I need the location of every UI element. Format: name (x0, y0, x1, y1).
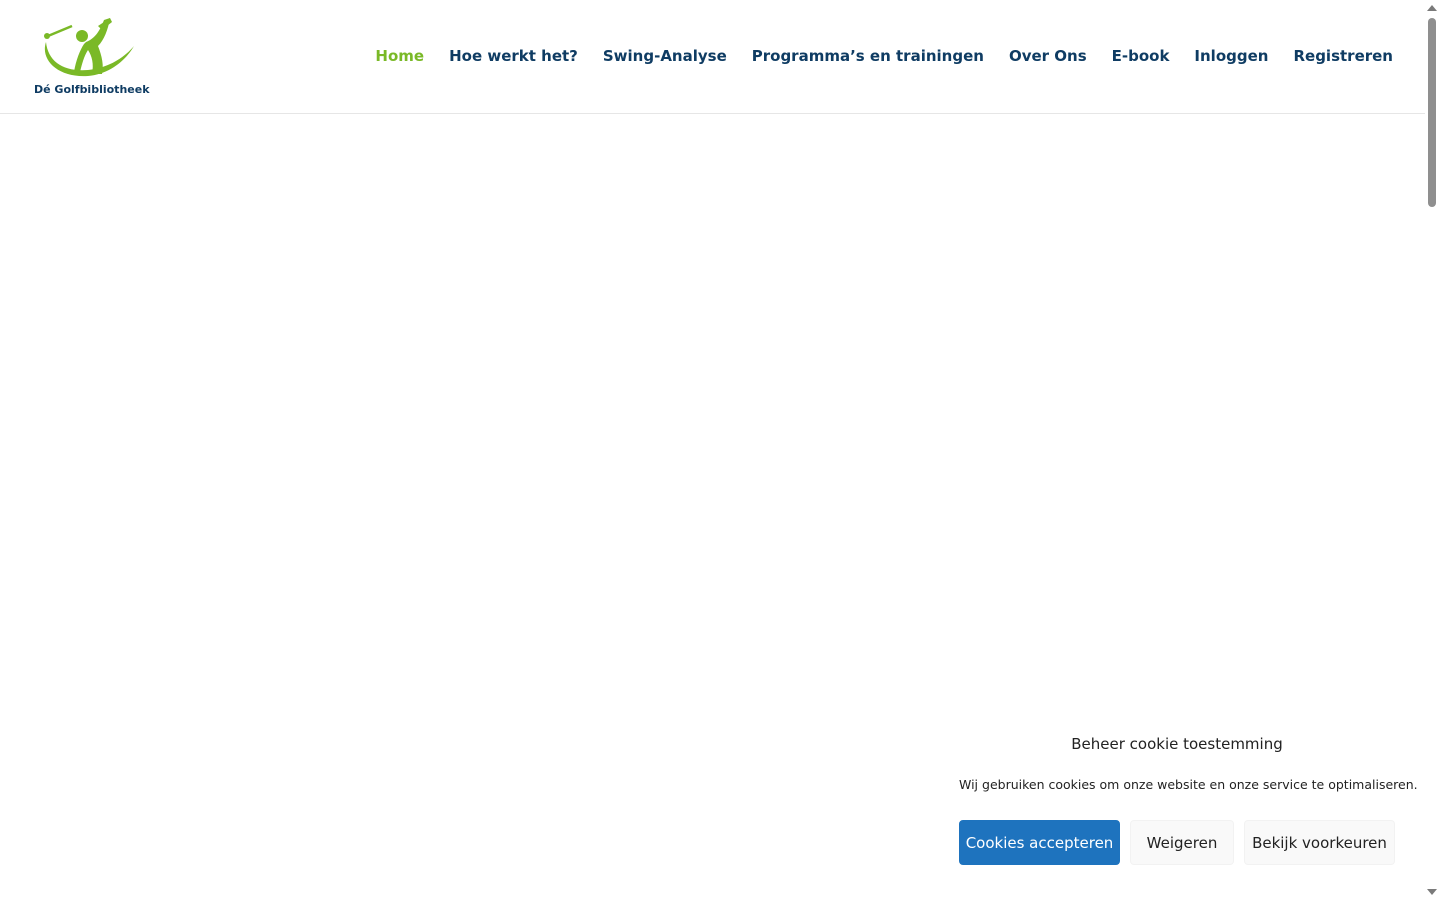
cookie-banner-title: Beheer cookie toestemming (1071, 735, 1283, 753)
site-logo[interactable]: Dé Golfbibliotheek (34, 16, 150, 100)
site-header: Dé Golfbibliotheek Home Hoe werkt het? S… (0, 0, 1425, 114)
view-preferences-button[interactable]: Bekijk voorkeuren (1244, 820, 1395, 865)
nav-item-inloggen[interactable]: Inloggen (1194, 44, 1268, 68)
scroll-down-arrow-icon[interactable] (1427, 889, 1437, 895)
cookie-banner-message: Wij gebruiken cookies om onze website en… (959, 777, 1418, 792)
nav-item-hoe-werkt-het[interactable]: Hoe werkt het? (449, 44, 578, 68)
deny-cookies-button[interactable]: Weigeren (1130, 820, 1234, 865)
golfer-swing-logo-icon (44, 18, 135, 77)
cookie-banner-actions: Cookies accepteren Weigeren Bekijk voork… (959, 820, 1405, 865)
accept-cookies-button[interactable]: Cookies accepteren (959, 820, 1120, 865)
scroll-up-arrow-icon[interactable] (1427, 5, 1437, 11)
nav-item-registreren[interactable]: Registreren (1293, 44, 1393, 68)
nav-item-e-book[interactable]: E-book (1112, 44, 1170, 68)
scrollbar-thumb[interactable] (1428, 18, 1436, 207)
nav-item-programmas-en-trainingen[interactable]: Programma’s en trainingen (752, 44, 984, 68)
page-scrollbar[interactable] (1425, 0, 1440, 900)
nav-item-over-ons[interactable]: Over Ons (1009, 44, 1087, 68)
site-logo-text: Dé Golfbibliotheek (34, 83, 150, 96)
nav-item-swing-analyse[interactable]: Swing-Analyse (603, 44, 727, 68)
cookie-consent-banner: Beheer cookie toestemming Wij gebruiken … (942, 716, 1418, 886)
main-navigation: Home Hoe werkt het? Swing-Analyse Progra… (350, 44, 1393, 68)
page: Dé Golfbibliotheek Home Hoe werkt het? S… (0, 0, 1440, 900)
nav-item-home[interactable]: Home (375, 44, 424, 68)
